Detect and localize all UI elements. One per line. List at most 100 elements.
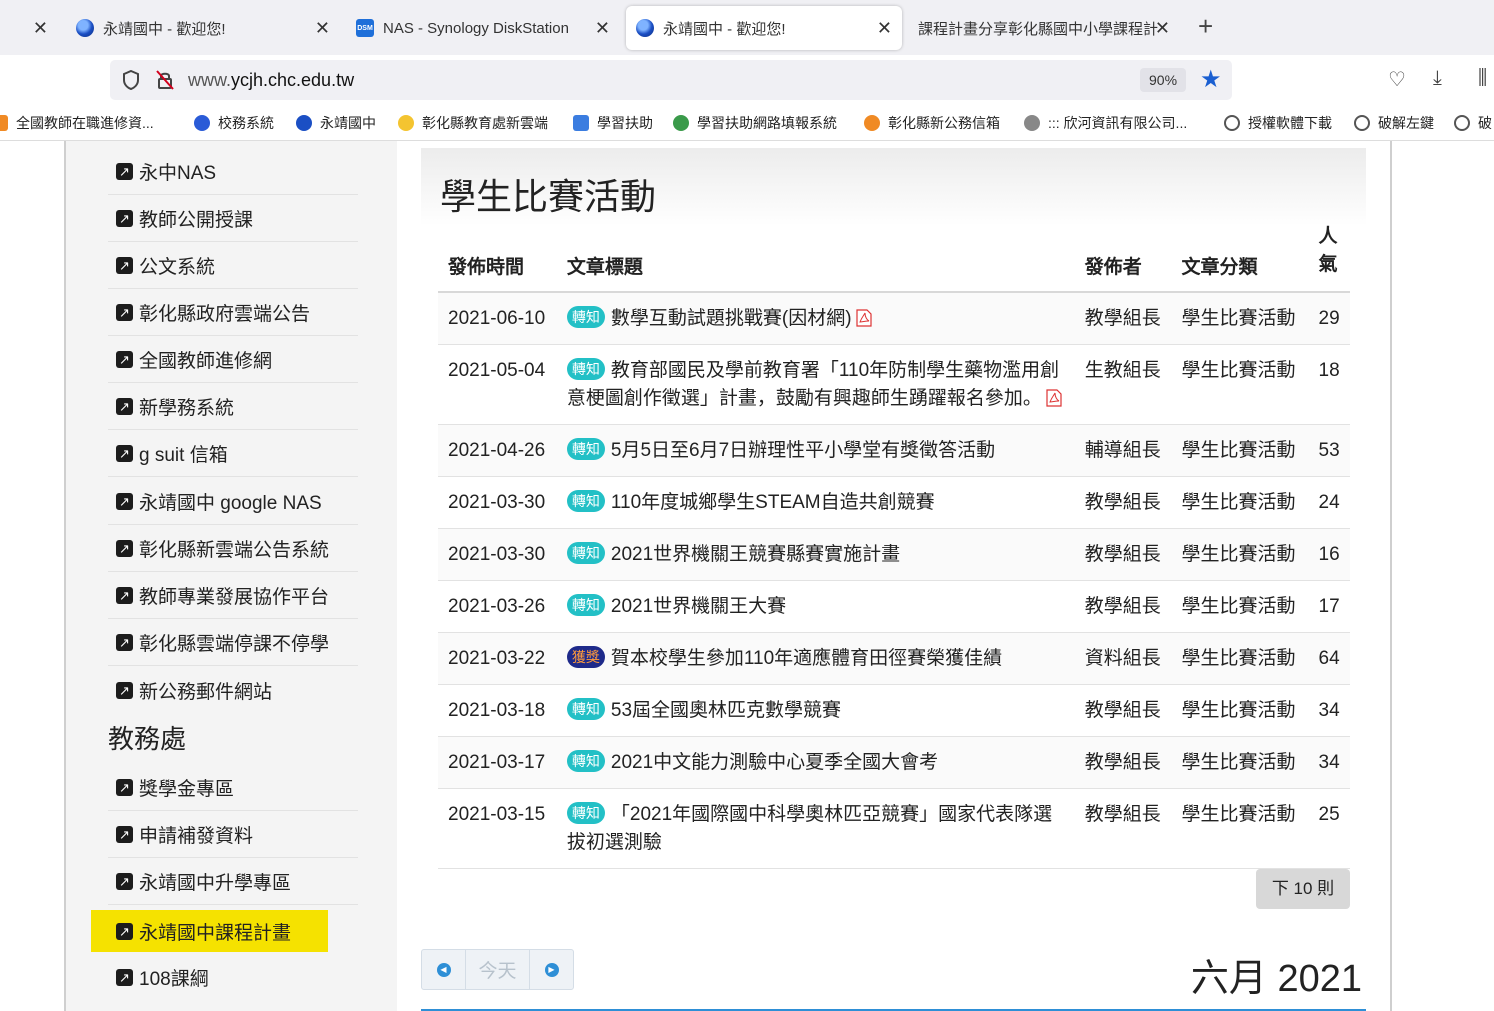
row-date: 2021-04-26 — [438, 424, 557, 477]
sidebar-link[interactable]: ↗ 全國教師進修網 — [108, 337, 358, 383]
sidebar-link[interactable]: ↗ g suit 信箱 — [108, 431, 358, 477]
address-bar[interactable]: www.ycjh.chc.edu.tw 90% ★ — [110, 60, 1232, 100]
sidebar-link[interactable]: ↗ 彰化縣雲端停課不停學 — [108, 620, 358, 666]
library-icon[interactable]: ⫼ — [1478, 67, 1487, 90]
row-title-cell: 獲獎 賀本校學生參加110年適應體育田徑賽榮獲佳績 — [556, 632, 1075, 685]
tab-partial[interactable]: ✕ — [0, 6, 58, 50]
zoom-level[interactable]: 90% — [1140, 68, 1187, 92]
row-title-cell: 轉知 數學互動試題挑戰賽(因材網) — [556, 292, 1075, 345]
dsm-icon: DSM — [356, 19, 374, 37]
bookmark-item[interactable]: 彰化縣教育處新雲端 — [398, 113, 548, 133]
column-header-category[interactable]: 文章分類 — [1171, 223, 1309, 293]
row-title-cell: 轉知 5月5日至6月7日辦理性平小學堂有獎徵答活動 — [556, 424, 1075, 477]
bookmark-item[interactable]: 全國教師在職進修資... — [0, 113, 154, 133]
sidebar-link[interactable]: ↗ 新學務系統 — [108, 384, 358, 430]
sidebar-link[interactable]: ↗ 永靖國中升學專區 — [108, 859, 358, 905]
table-row: 2021-03-26 轉知 2021世界機關王大賽 教學組長 學生比賽活動 17 — [438, 580, 1350, 633]
column-header-popularity[interactable]: 人氣 — [1308, 223, 1350, 293]
close-tab-icon[interactable]: ✕ — [33, 18, 48, 39]
bookmark-item[interactable]: ::: 欣河資訊有限公司... — [1024, 113, 1187, 133]
article-link[interactable]: 5月5日至6月7日辦理性平小學堂有獎徵答活動 — [611, 440, 995, 461]
pocket-icon[interactable]: ♡ — [1388, 67, 1406, 92]
news-table: 發佈時間 文章標題 發佈者 文章分類 人氣 2021-06-10 轉知 數學互動試題… — [438, 223, 1350, 869]
row-author: 教學組長 — [1074, 684, 1172, 737]
school-globe-icon — [296, 115, 312, 131]
article-link[interactable]: 「2021年國際國中科學奧林匹亞競賽」國家代表隊選拔初選測驗 — [567, 804, 1052, 853]
shield-icon[interactable] — [122, 70, 140, 90]
sidebar-link[interactable]: ↗ 彰化縣新雲端公告系統 — [108, 526, 358, 572]
tab-school-1[interactable]: 永靖國中 - 歡迎您! ✕ — [70, 6, 340, 50]
new-tab-button[interactable]: + — [1198, 12, 1213, 40]
tab-bar: ✕ 永靖國中 - 歡迎您! ✕ DSM NAS - Synology DiskS… — [0, 0, 1494, 55]
insecure-lock-icon[interactable] — [156, 70, 174, 90]
table-row: 2021-05-04 轉知 教育部國民及學前教育署「110年防制學生藥物濫用創意梗圖… — [438, 344, 1350, 425]
bookmark-item[interactable]: 破解左鍵 — [1354, 113, 1434, 133]
globe-icon — [1454, 115, 1470, 131]
category-badge: 轉知 — [566, 594, 605, 616]
row-category: 學生比賽活動 — [1171, 736, 1309, 789]
pdf-icon[interactable] — [1046, 389, 1062, 407]
bookmark-item[interactable]: 永靖國中 — [296, 113, 376, 133]
download-icon[interactable]: ⤓ — [1433, 67, 1442, 90]
article-link[interactable]: 110年度城鄉學生STEAM自造共創競賽 — [611, 492, 935, 513]
bookmark-star-icon[interactable]: ★ — [1200, 66, 1222, 94]
column-header-date[interactable]: 發佈時間 — [438, 223, 557, 293]
close-tab-icon[interactable]: ✕ — [877, 18, 892, 39]
external-link-icon: ↗ — [116, 826, 133, 843]
article-link[interactable]: 2021世界機關王競賽縣賽實施計畫 — [611, 544, 900, 565]
bookmark-item[interactable]: 彰化縣新公務信箱 — [864, 113, 1000, 133]
row-title-cell: 轉知 110年度城鄉學生STEAM自造共創競賽 — [556, 476, 1075, 529]
sidebar-link[interactable]: ↗ 新公務郵件網站 — [108, 667, 358, 713]
sidebar-link[interactable]: ↗ 教師專業發展協作平台 — [108, 573, 358, 619]
row-views: 53 — [1308, 424, 1350, 477]
row-date: 2021-03-18 — [438, 684, 557, 737]
row-date: 2021-03-17 — [438, 736, 557, 789]
sidebar-link[interactable]: ↗ 公文系統 — [108, 243, 358, 289]
column-header-title[interactable]: 文章標題 — [556, 223, 1075, 293]
mail-icon — [864, 115, 880, 131]
pdf-icon[interactable] — [855, 309, 872, 327]
bookmark-favicon-icon — [0, 115, 8, 131]
external-link-icon: ↗ — [116, 351, 133, 368]
close-tab-icon[interactable]: ✕ — [595, 18, 610, 39]
calendar-today-button[interactable]: 今天 — [465, 950, 530, 989]
article-link[interactable]: 數學互動試題挑戰賽(因材網) — [611, 308, 852, 329]
external-link-icon: ↗ — [116, 681, 133, 699]
table-row: 2021-03-22 獲獎 賀本校學生參加110年適應體育田徑賽榮獲佳績 資料組長 學生… — [438, 632, 1350, 685]
bookmark-item[interactable]: 校務系統 — [194, 113, 274, 133]
close-tab-icon[interactable]: ✕ — [1155, 18, 1170, 39]
article-link[interactable]: 教育部國民及學前教育署「110年防制學生藥物濫用創意梗圖創作徵選」計畫，鼓勵有興… — [567, 360, 1059, 409]
tab-curriculum[interactable]: 課程計畫分享彰化縣國中小學課程計 ✕ — [910, 6, 1180, 50]
category-badge: 轉知 — [566, 358, 605, 380]
article-link[interactable]: 2021世界機關王大賽 — [611, 596, 786, 617]
bookmark-item[interactable]: 破 — [1454, 113, 1492, 133]
sidebar-link[interactable]: ↗ 獎學金專區 — [108, 765, 358, 811]
sidebar-link[interactable]: ↗ 永靖國中 google NAS — [108, 479, 358, 525]
sidebar-link[interactable]: ↗ 永中NAS — [108, 149, 358, 195]
next-10-button[interactable]: 下 10 則 — [1256, 869, 1350, 909]
page-border — [1390, 141, 1392, 1011]
tab-nas[interactable]: DSM NAS - Synology DiskStation ✕ — [350, 6, 620, 50]
url-text: www.ycjh.chc.edu.tw — [188, 70, 355, 90]
sidebar-link[interactable]: ↗ 彰化縣政府雲端公告 — [108, 290, 358, 336]
bookmark-item[interactable]: 學習扶助 — [573, 113, 653, 133]
bookmark-item[interactable]: 授權軟體下載 — [1224, 113, 1332, 133]
bookmark-favicon-icon — [573, 115, 589, 131]
bookmark-item[interactable]: 學習扶助網路填報系統 — [673, 113, 837, 133]
close-tab-icon[interactable]: ✕ — [315, 18, 330, 39]
tab-title: 永靖國中 - 歡迎您! — [663, 20, 786, 38]
sidebar-link[interactable]: ↗ 教師公開授課 — [108, 196, 358, 242]
tab-school-active[interactable]: 永靖國中 - 歡迎您! ✕ — [626, 6, 902, 50]
article-link[interactable]: 2021中文能力測驗中心夏季全國大會考 — [611, 752, 938, 773]
sidebar-link-highlighted[interactable]: ↗ 永靖國中課程計畫 — [91, 910, 328, 952]
sidebar-link[interactable]: ↗ 申請補發資料 — [108, 812, 358, 858]
column-header-author[interactable]: 發佈者 — [1074, 223, 1172, 293]
calendar-prev-button[interactable]: ◀ — [422, 950, 465, 989]
sidebar-link[interactable]: ↗ 108課綱 — [108, 954, 358, 1000]
article-link[interactable]: 53屆全國奧林匹克數學競賽 — [611, 700, 841, 721]
external-link-icon: ↗ — [116, 493, 133, 510]
category-badge: 轉知 — [566, 490, 605, 512]
article-link[interactable]: 賀本校學生參加110年適應體育田徑賽榮獲佳績 — [611, 648, 1002, 669]
calendar-next-button[interactable]: ▶ — [530, 950, 573, 989]
table-row: 2021-03-18 轉知 53屆全國奧林匹克數學競賽 教學組長 學生比賽活動 34 — [438, 684, 1350, 737]
